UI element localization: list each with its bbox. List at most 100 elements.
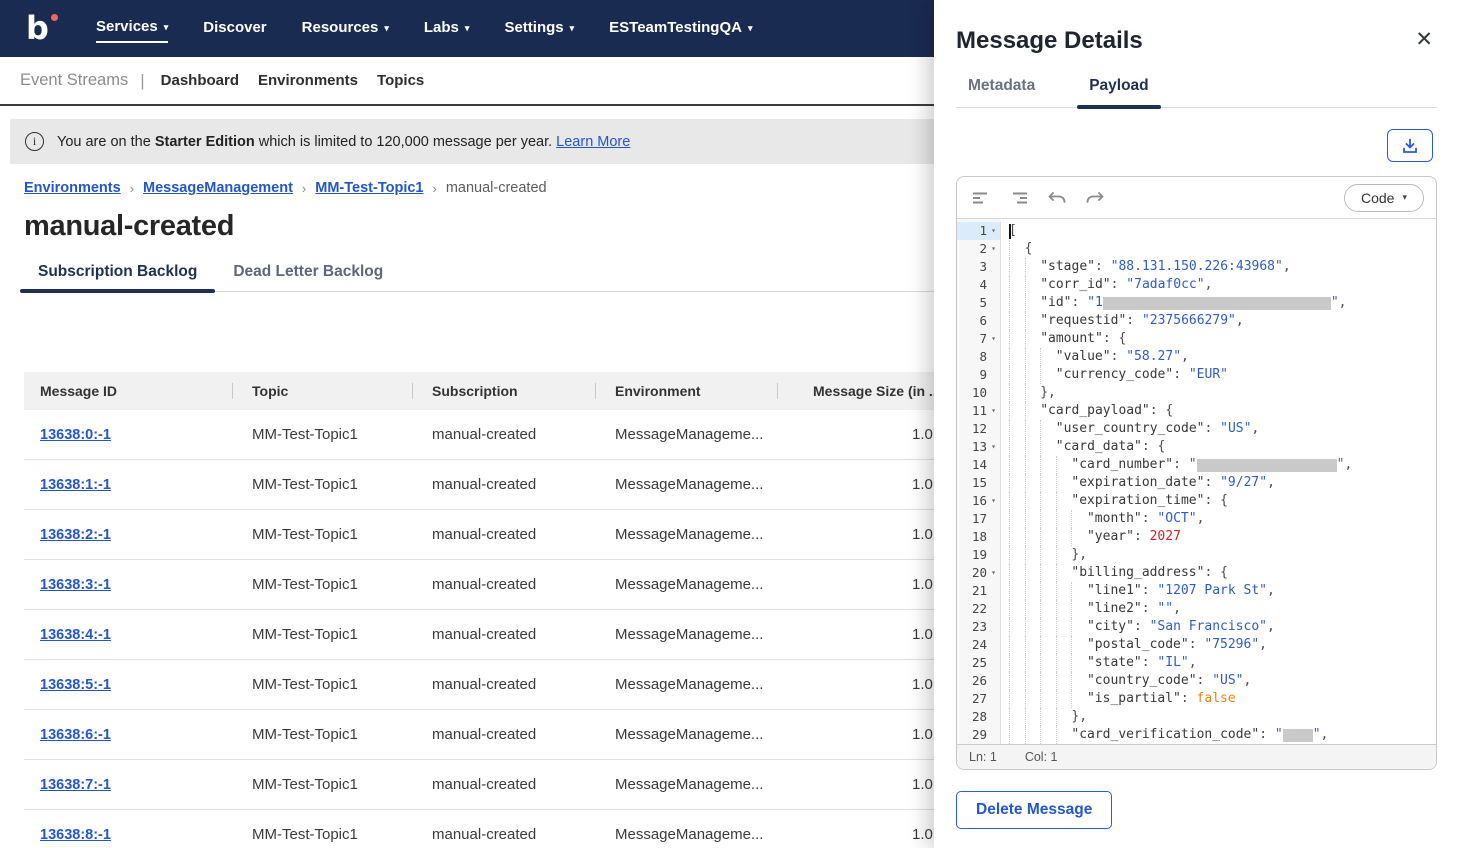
cell-environment: MessageManageme... (615, 826, 764, 843)
nav-item-esteamtestingqa[interactable]: ESTeamTestingQA ▾ (609, 15, 752, 42)
line-content: "stage": "88.131.150.226:43968", (1001, 258, 1291, 276)
subnav-item-dashboard[interactable]: Dashboard (161, 72, 239, 89)
code-line: 28}, (957, 708, 1436, 726)
line-number: 7 (979, 331, 987, 346)
code-line: 11 ▾ "card_payload": { (957, 402, 1436, 420)
message-id-link[interactable]: 13638:0:-1 (40, 427, 111, 443)
line-gutter: 16 ▾ (957, 492, 1001, 510)
indent-guide (1040, 492, 1056, 510)
cell-subscription: manual-created (432, 476, 537, 493)
code-token: "country_code" (1086, 673, 1197, 688)
message-id-link[interactable]: 13638:3:-1 (40, 577, 111, 593)
cell-size: 1.0 (912, 676, 933, 693)
indent-guide (1024, 312, 1041, 330)
collapse-arrow-icon[interactable]: ▾ (987, 222, 1000, 240)
subnav-item-topics[interactable]: Topics (377, 72, 424, 89)
cell-topic: MM-Test-Topic1 (252, 726, 358, 743)
indent-guide (1040, 654, 1056, 672)
message-id-link[interactable]: 13638:2:-1 (40, 527, 111, 543)
indent-guide (1024, 402, 1041, 420)
boomi-logo[interactable]: b (26, 12, 58, 44)
panel-tabs: Metadata Payload (956, 77, 1437, 109)
collapse-arrow-icon[interactable]: ▾ (987, 402, 1000, 420)
editor-body[interactable]: 1 ▾[2 ▾{3 "stage": "88.131.150.226:43968", 4… (957, 219, 1436, 744)
message-id-link[interactable]: 13638:4:-1 (40, 627, 111, 643)
page-title: manual-created (24, 210, 235, 242)
cell-message-id: 13638:0:-1 (24, 426, 232, 443)
panel-tab-payload[interactable]: Payload (1077, 77, 1162, 109)
panel-tab-metadata[interactable]: Metadata (956, 77, 1047, 107)
line-content: "currency_code": "EUR" (1001, 366, 1228, 384)
message-id-link[interactable]: 13638:5:-1 (40, 677, 111, 693)
close-icon[interactable]: ✕ (1411, 26, 1437, 54)
cell-topic: MM-Test-Topic1 (252, 526, 358, 543)
indent-guide (1009, 276, 1025, 294)
code-token: " (1330, 295, 1339, 310)
tab-subscription-backlog[interactable]: Subscription Backlog (20, 259, 216, 293)
chevron-down-icon: ▾ (1402, 192, 1407, 202)
collapse-arrow-icon[interactable]: ▾ (987, 240, 1000, 258)
code-token: , (1181, 349, 1189, 364)
line-content: "requestid": "2375666279", (1001, 312, 1244, 330)
indent-guide (1055, 456, 1072, 474)
breadcrumb-link-mm-test-topic1[interactable]: MM-Test-Topic1 (315, 180, 423, 196)
message-id-link[interactable]: 13638:6:-1 (40, 727, 111, 743)
code-token: "US" (1220, 421, 1252, 436)
line-number: 2 (979, 241, 987, 256)
download-button[interactable] (1387, 129, 1433, 162)
cell-size: 1.0 (912, 476, 933, 493)
indent-guide (1009, 258, 1025, 276)
nav-item-labs[interactable]: Labs ▾ (424, 15, 470, 42)
indent-guide (1055, 582, 1072, 600)
collapse-arrow-icon[interactable]: ▾ (987, 564, 1000, 582)
cell-subscription: manual-created (432, 526, 537, 543)
code-token: "line1" (1086, 583, 1142, 598)
logo-dot (51, 14, 58, 21)
format-align-left-button[interactable] (969, 186, 993, 210)
code-line: 7 ▾ "amount": { (957, 330, 1436, 348)
code-token: "card_verification_code" (1071, 727, 1260, 742)
code-token: "San Francisco" (1149, 619, 1267, 634)
indent-guide (1024, 348, 1041, 366)
indent-guide (1024, 330, 1041, 348)
code-line: 10}, (957, 384, 1436, 402)
collapse-arrow-icon[interactable]: ▾ (987, 438, 1000, 456)
subnav-item-environments[interactable]: Environments (258, 72, 358, 89)
indent-guide (1024, 582, 1041, 600)
nav-item-resources[interactable]: Resources ▾ (302, 15, 389, 42)
nav-item-discover[interactable]: Discover (203, 15, 266, 42)
breadcrumb-link-environments[interactable]: Environments (24, 180, 121, 196)
tab-dead-letter-backlog[interactable]: Dead Letter Backlog (215, 259, 401, 291)
message-id-link[interactable]: 13638:1:-1 (40, 477, 111, 493)
indent-guide (1024, 618, 1041, 636)
code-token: "user_country_code" (1055, 421, 1205, 436)
code-token: , (1267, 619, 1275, 634)
nav-item-services[interactable]: Services ▾ (96, 14, 169, 43)
undo-button[interactable] (1045, 186, 1069, 210)
learn-more-link[interactable]: Learn More (556, 134, 630, 150)
code-token: }, (1071, 547, 1088, 562)
indent-guide (1040, 708, 1056, 726)
line-gutter: 20 ▾ (957, 564, 1001, 582)
message-id-link[interactable]: 13638:7:-1 (40, 777, 111, 793)
format-align-right-button[interactable] (1007, 186, 1031, 210)
line-content: "line1": "1207 Park St", (1001, 582, 1275, 600)
code-line: 8 "value": "58.27", (957, 348, 1436, 366)
cell-size: 1.0 (912, 426, 933, 443)
code-mode-dropdown[interactable]: Code ▾ (1344, 183, 1424, 212)
collapse-arrow-icon[interactable]: ▾ (987, 330, 1000, 348)
indent-guide (1024, 510, 1041, 528)
code-token: "US" (1212, 673, 1244, 688)
indent-guide (1024, 654, 1041, 672)
breadcrumb-link-messagemanagement[interactable]: MessageManagement (143, 180, 293, 196)
redo-button[interactable] (1083, 186, 1107, 210)
code-token: " (1274, 727, 1283, 742)
line-gutter: 29 (957, 726, 1001, 744)
nav-item-settings[interactable]: Settings ▾ (504, 15, 574, 42)
code-token: }, (1040, 385, 1056, 400)
indent-guide (1009, 582, 1025, 600)
message-id-link[interactable]: 13638:8:-1 (40, 827, 111, 843)
collapse-arrow-icon[interactable]: ▾ (987, 492, 1000, 510)
delete-message-button[interactable]: Delete Message (956, 791, 1113, 829)
code-token: "id" (1040, 295, 1072, 310)
